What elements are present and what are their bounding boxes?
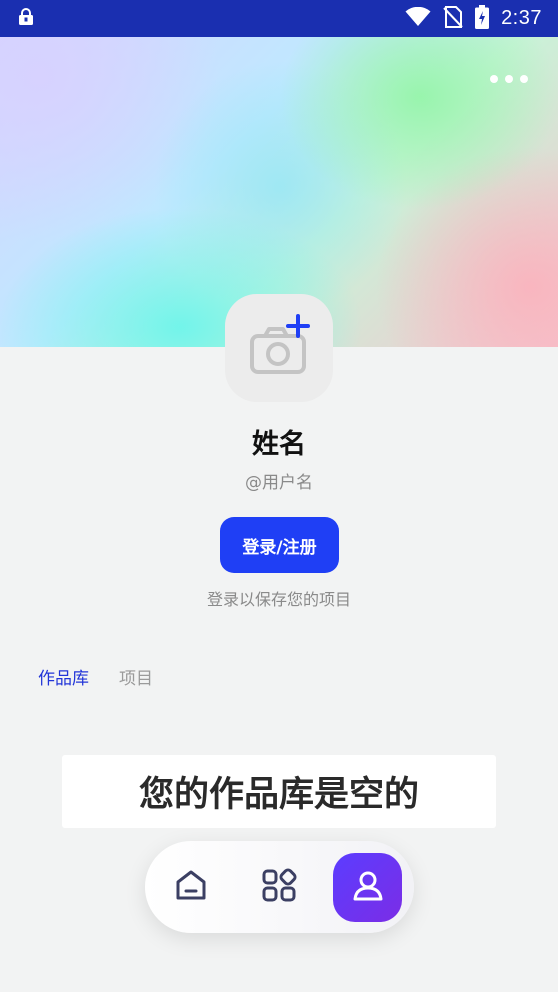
login-register-button[interactable]: 登录/注册 <box>220 517 339 573</box>
avatar-upload-button[interactable] <box>225 294 333 402</box>
login-hint: 登录以保存您的项目 <box>206 590 351 609</box>
camera-plus-icon <box>243 310 315 386</box>
profile-name: 姓名 <box>252 429 306 460</box>
apps-icon <box>261 867 297 907</box>
lock-icon <box>18 7 34 30</box>
status-bar: 2:37 <box>0 0 558 37</box>
wifi-icon <box>405 6 431 31</box>
empty-state-text: 您的作品库是空的 <box>138 775 419 815</box>
more-horizontal-icon <box>490 75 498 83</box>
tab-gallery[interactable]: 作品库 <box>38 664 89 689</box>
status-time: 2:37 <box>501 7 542 29</box>
more-button[interactable] <box>486 71 532 87</box>
profile-tabs: 作品库 项目 <box>38 664 153 689</box>
battery-charging-icon <box>475 4 490 33</box>
profile-username: @用户名 <box>245 473 313 493</box>
profile-icon <box>349 867 387 909</box>
bottom-nav <box>145 841 414 933</box>
nav-apps-button[interactable] <box>246 854 312 920</box>
empty-state: 您的作品库是空的 <box>62 755 496 828</box>
tab-projects[interactable]: 项目 <box>119 664 153 689</box>
nav-home-button[interactable] <box>158 854 224 920</box>
home-icon <box>173 867 209 907</box>
no-sim-icon <box>443 5 463 32</box>
nav-profile-button[interactable] <box>333 853 402 922</box>
